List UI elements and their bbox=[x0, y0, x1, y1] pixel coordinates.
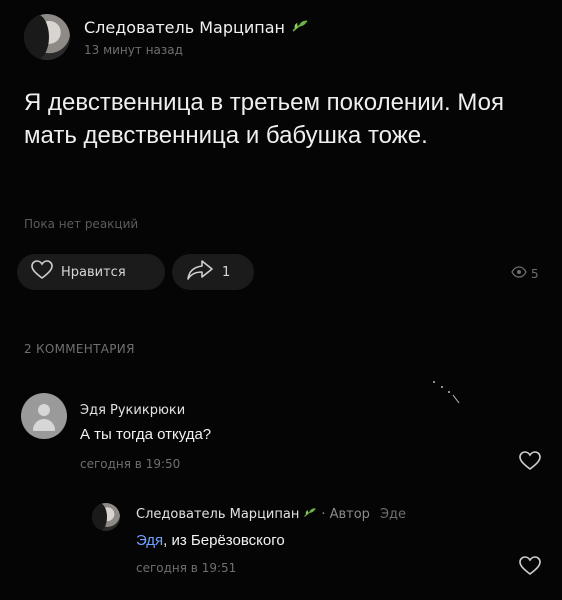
heart-icon bbox=[31, 260, 53, 284]
comment-author-avatar[interactable] bbox=[21, 393, 67, 439]
comment-author-name[interactable]: Эдя Рукикрюки bbox=[80, 403, 185, 418]
views-count: 5 bbox=[531, 266, 539, 281]
comments-count: 2 КОММЕНТАРИЯ bbox=[24, 342, 135, 356]
reply-to[interactable]: Эде bbox=[380, 507, 406, 522]
reactions-status: Пока нет реакций bbox=[24, 217, 139, 231]
leaf-icon bbox=[303, 507, 317, 522]
reply-time: сегодня в 19:51 bbox=[136, 561, 237, 575]
share-button[interactable]: 1 bbox=[172, 254, 254, 290]
author-badge: · Автор bbox=[321, 507, 370, 522]
like-button[interactable]: Нравится bbox=[17, 254, 165, 290]
leaf-icon bbox=[291, 18, 309, 37]
decorative-dots bbox=[433, 381, 460, 404]
share-icon bbox=[186, 259, 214, 285]
reply-author-name[interactable]: Следователь Марципан bbox=[136, 507, 299, 522]
heart-icon[interactable] bbox=[519, 556, 541, 580]
reply-header: Следователь Марципан · Автор Эде bbox=[136, 507, 406, 522]
post-author-name[interactable]: Следователь Марципан bbox=[84, 18, 285, 37]
post-text: Я девственница в третьем поколении. Моя … bbox=[24, 89, 504, 149]
eye-icon bbox=[511, 266, 527, 281]
like-label: Нравится bbox=[61, 264, 126, 280]
mention-link[interactable]: Эдя bbox=[136, 532, 163, 549]
post-author[interactable]: Следователь Марципан bbox=[84, 18, 309, 37]
heart-icon[interactable] bbox=[519, 451, 541, 475]
share-count: 1 bbox=[222, 264, 231, 280]
reply-author-avatar[interactable] bbox=[92, 503, 120, 531]
comment-time: сегодня в 19:50 bbox=[80, 457, 181, 471]
post-time: 13 минут назад bbox=[84, 43, 183, 57]
comment-text: А ты тогда откуда? bbox=[80, 426, 212, 443]
reply-text-body: , из Берёзовского bbox=[163, 532, 285, 549]
reply-text: Эдя, из Берёзовского bbox=[136, 532, 285, 549]
views-counter: 5 bbox=[511, 266, 539, 281]
post-author-avatar[interactable] bbox=[24, 14, 70, 60]
